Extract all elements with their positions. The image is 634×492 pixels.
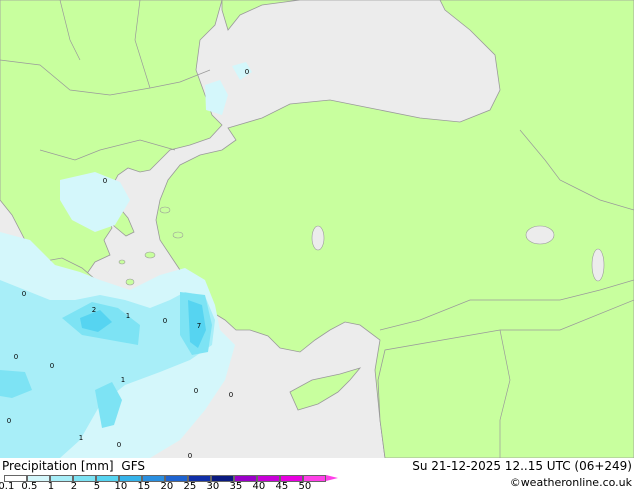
map-point-value: 0 — [229, 391, 233, 399]
color-scale-tick-label: 10 — [114, 481, 128, 492]
map-point-value: 0 — [163, 317, 167, 325]
color-scale-tick-label: 1 — [47, 481, 55, 492]
map-point-value: 1 — [126, 312, 130, 320]
color-scale-arrow — [326, 475, 338, 481]
map-point-value: 0 — [194, 387, 198, 395]
color-scale-tick-label: 2 — [70, 481, 78, 492]
valid-time: Su 21-12-2025 12..15 UTC (06+249) — [412, 459, 632, 473]
map-point-value: 1 — [79, 434, 83, 442]
map-point-value: 0 — [103, 177, 107, 185]
map-point-value: 0 — [14, 353, 18, 361]
lake-tuz — [311, 225, 325, 251]
map-point-value: 0 — [7, 417, 11, 425]
color-scale-tick-label: 40 — [252, 481, 266, 492]
color-scale-tick-label: 15 — [137, 481, 151, 492]
color-scale-tick-label: 50 — [298, 481, 312, 492]
color-scale-tick-label: 0.1 — [0, 481, 15, 492]
color-scale-tick-label: 35 — [229, 481, 243, 492]
lake-urmia — [591, 248, 605, 282]
map-title: Precipitation [mm] GFS — [2, 459, 145, 473]
model-name: GFS — [121, 459, 145, 473]
map-point-value: 0 — [22, 290, 26, 298]
variable-title: Precipitation [mm] — [2, 459, 114, 473]
map-point-value: 2 — [92, 306, 96, 314]
color-scale-tick-label: 20 — [160, 481, 174, 492]
color-scale-tick-label: 5 — [93, 481, 101, 492]
color-scale-tick-label: 0.5 — [21, 481, 38, 492]
map-point-value: 0 — [245, 68, 249, 76]
color-scale-tick-label: 45 — [275, 481, 289, 492]
lake-van — [525, 225, 555, 245]
map-point-value: 1 — [121, 376, 125, 384]
map-point-value: 0 — [50, 362, 54, 370]
color-scale-tick-label: 30 — [206, 481, 220, 492]
credit-text: ©weatheronline.co.uk — [509, 476, 632, 489]
map-point-value: 0 — [117, 441, 121, 449]
precipitation-map: 0 0 0 0 2 1 0 7 0 0 1 0 0 1 0 0 — [0, 0, 634, 458]
map-point-value: 7 — [197, 322, 201, 330]
color-scale-tick-label: 25 — [183, 481, 197, 492]
